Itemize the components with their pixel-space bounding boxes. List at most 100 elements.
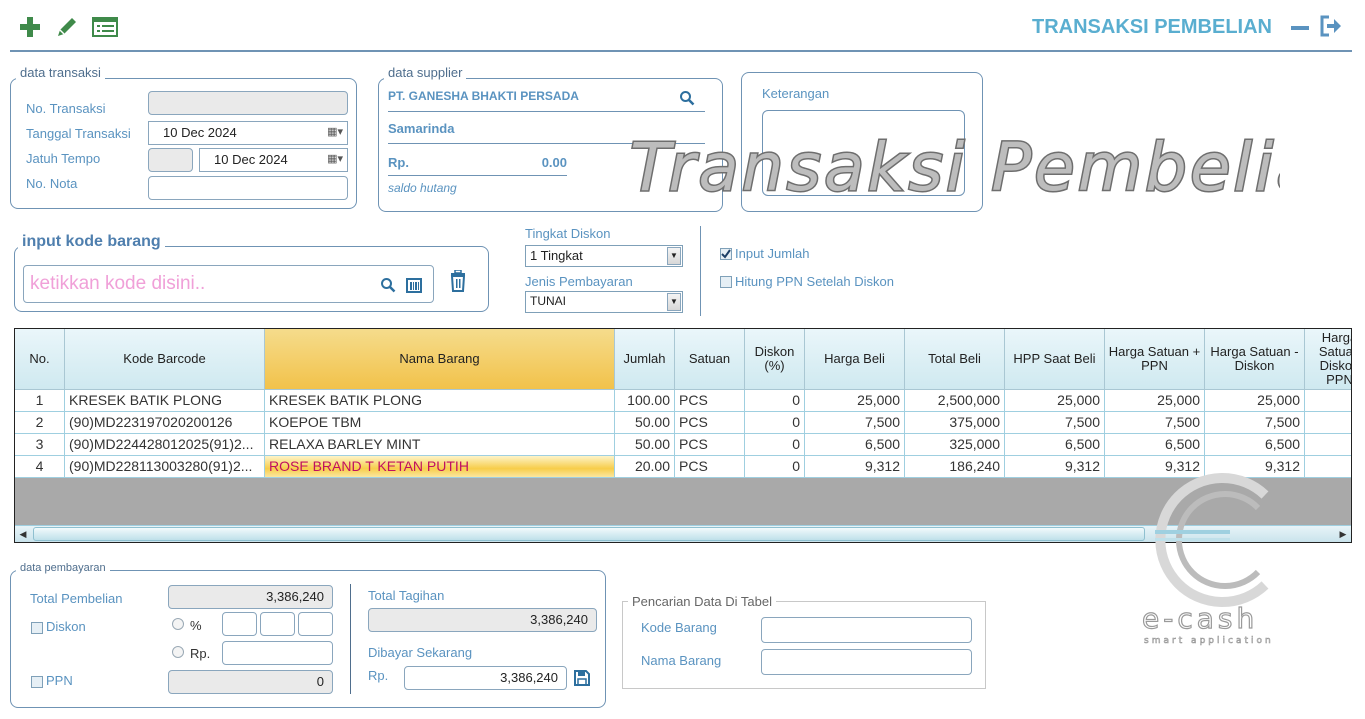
table-cell: RELAXA BARLEY MINT (265, 434, 615, 455)
supplier-search-button[interactable] (679, 90, 695, 106)
column-header[interactable]: HPP Saat Beli (1005, 329, 1105, 390)
column-header[interactable]: Total Beli (905, 329, 1005, 390)
column-header[interactable]: Harga Satuan + PPN (1105, 329, 1205, 390)
diskon-percent-2[interactable] (260, 612, 295, 636)
diskon-rp-field[interactable] (222, 641, 333, 665)
supplier-name-underline (388, 111, 705, 112)
supplier-city: Samarinda (388, 121, 455, 136)
tingkat-diskon-value: 1 Tingkat (530, 248, 583, 263)
pencarian-group-title: Pencarian Data Di Tabel (628, 594, 776, 609)
ppn-checkbox[interactable] (31, 676, 43, 688)
total-tagihan-label: Total Tagihan (368, 588, 445, 603)
saldo-underline (388, 175, 567, 176)
no-transaksi-field[interactable] (148, 91, 348, 115)
column-header[interactable]: Diskon (%) (745, 329, 805, 390)
list-icon (92, 17, 118, 37)
jenis-pembayaran-select[interactable]: TUNAI ▼ (525, 291, 683, 313)
diskon-percent-radio[interactable] (172, 618, 184, 630)
table-cell: 25,000 (1005, 390, 1105, 411)
dibayar-sekarang-field[interactable]: 3,386,240 (404, 666, 567, 690)
pencarian-nama-field[interactable] (761, 649, 972, 675)
column-header[interactable]: Harga Satuan Diskon PPN (1305, 329, 1351, 390)
list-button[interactable] (92, 15, 118, 39)
table-cell: 7,500 (1105, 412, 1205, 433)
no-nota-field[interactable] (148, 176, 348, 200)
diskon-rp-radio[interactable] (172, 646, 184, 658)
column-header[interactable]: Harga Satuan - Diskon (1205, 329, 1305, 390)
jenis-pembayaran-value: TUNAI (530, 294, 566, 308)
table-cell (1305, 434, 1351, 455)
tingkat-diskon-select[interactable]: 1 Tingkat ▼ (525, 245, 683, 267)
column-header[interactable]: Kode Barcode (65, 329, 265, 390)
table-cell (1305, 412, 1351, 433)
minimize-button[interactable] (1289, 20, 1311, 36)
plus-icon (20, 17, 40, 37)
column-header[interactable]: Jumlah (615, 329, 675, 390)
scroll-left-arrow[interactable]: ◀ (15, 526, 31, 542)
supplier-name: PT. GANESHA BHAKTI PERSADA (388, 89, 579, 103)
diskon-percent-1[interactable] (222, 612, 257, 636)
table-cell: PCS (675, 412, 745, 433)
logo-text: e-cash (1142, 602, 1258, 635)
diskon-percent-3[interactable] (298, 612, 333, 636)
calendar-icon[interactable]: ▦▾ (327, 152, 343, 165)
pembayaran-group-title: data pembayaran (16, 562, 110, 574)
column-header[interactable]: Harga Beli (805, 329, 905, 390)
table-cell: ROSE BRAND T KETAN PUTIH (265, 456, 615, 477)
jatuh-tempo-label: Jatuh Tempo (26, 151, 101, 166)
kode-search-button[interactable] (380, 277, 396, 293)
table-cell: 7,500 (1005, 412, 1105, 433)
pencarian-kode-field[interactable] (761, 617, 972, 643)
diskon-checkbox[interactable] (31, 622, 43, 634)
jatuh-tempo-field[interactable]: 10 Dec 2024 ▦▾ (199, 148, 348, 172)
hitung-ppn-checkbox[interactable] (720, 276, 732, 288)
add-button[interactable] (18, 15, 42, 39)
chevron-down-icon[interactable]: ▼ (667, 293, 681, 311)
table-cell: 25,000 (1105, 390, 1205, 411)
table-cell: 3 (15, 434, 65, 455)
table-cell: 2,500,000 (905, 390, 1005, 411)
jatuh-tempo-days-field[interactable] (148, 148, 193, 172)
table-cell: 25,000 (1205, 390, 1305, 411)
trash-icon (450, 269, 466, 292)
hitung-ppn-label: Hitung PPN Setelah Diskon (735, 274, 894, 289)
table-cell: PCS (675, 434, 745, 455)
diskon-rp-label: Rp. (190, 646, 211, 661)
no-transaksi-label: No. Transaksi (26, 101, 106, 116)
table-row[interactable]: 2 (90)MD223197020200126 KOEPOE TBM 50.00 PCS… (15, 412, 1351, 434)
no-nota-label: No. Nota (26, 176, 78, 191)
diskon-label: Diskon (46, 619, 86, 634)
table-cell: 0 (745, 390, 805, 411)
tanggal-transaksi-field[interactable]: 10 Dec 2024 ▦▾ (148, 121, 348, 145)
table-cell: 0 (745, 434, 805, 455)
table-cell (1305, 390, 1351, 411)
save-button[interactable] (573, 669, 591, 687)
table-row[interactable]: 1 KRESEK BATIK PLONG KRESEK BATIK PLONG 100… (15, 390, 1351, 412)
table-cell: 375,000 (905, 412, 1005, 433)
table-row[interactable]: 3 (90)MD224428012025(91)2... RELAXA BARLEY… (15, 434, 1351, 456)
exit-button[interactable] (1319, 14, 1343, 38)
kode-barang-input[interactable] (23, 265, 434, 303)
table-cell: 9,312 (1005, 456, 1105, 477)
table-cell: 50.00 (615, 434, 675, 455)
column-header[interactable]: No. (15, 329, 65, 390)
table-cell: KRESEK BATIK PLONG (265, 390, 615, 411)
kode-browse-button[interactable] (405, 276, 423, 294)
table-cell: 1 (15, 390, 65, 411)
calendar-icon[interactable]: ▦▾ (327, 125, 343, 138)
scroll-right-arrow[interactable]: ▶ (1335, 526, 1351, 542)
pencarian-nama-label: Nama Barang (641, 653, 722, 668)
input-jumlah-checkbox[interactable] (720, 248, 732, 260)
chevron-down-icon[interactable]: ▼ (667, 247, 681, 265)
scroll-thumb[interactable] (33, 527, 1145, 541)
edit-button[interactable] (55, 15, 79, 39)
delete-button[interactable] (448, 269, 468, 292)
column-header[interactable]: Satuan (675, 329, 745, 390)
total-pembelian-label: Total Pembelian (30, 591, 123, 606)
search-icon (680, 91, 695, 106)
table-cell: KOEPOE TBM (265, 412, 615, 433)
table-cell: 25,000 (805, 390, 905, 411)
tanggal-transaksi-label: Tanggal Transaksi (26, 126, 131, 141)
total-pembelian-field: 3,386,240 (168, 585, 333, 609)
column-header[interactable]: Nama Barang (265, 329, 615, 390)
